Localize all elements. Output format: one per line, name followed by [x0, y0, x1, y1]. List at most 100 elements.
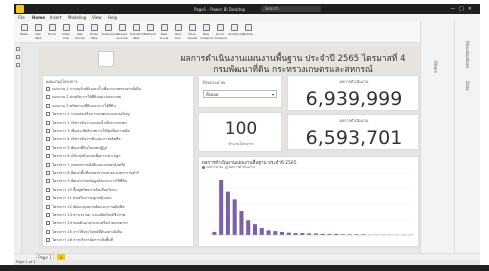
slicer-item[interactable]: แผนงาน 2 ส่งเสริมการใช้ที่ดินอย่างเหมาะส…: [46, 94, 194, 100]
slicer-item[interactable]: โครงการ 14 หมอดินอาสาและเครือข่ายเกษตรกร: [46, 220, 194, 226]
checkbox[interactable]: [46, 229, 50, 234]
bar[interactable]: [280, 231, 285, 235]
checkbox[interactable]: [46, 221, 50, 226]
slicer-item[interactable]: โครงการ 8 พัฒนาพื้นที่เกษตรกรรมตามแนวพระ…: [46, 170, 194, 176]
bar[interactable]: [219, 179, 224, 235]
checkbox[interactable]: [46, 238, 50, 243]
tab-file[interactable]: File: [18, 15, 25, 20]
checkbox[interactable]: [46, 120, 50, 125]
project-slicer[interactable]: แผนงาน/โครงการ แผนงาน 1 การอนุรักษ์ดินแล…: [42, 75, 194, 247]
ribbon-button-label: New measure: [200, 32, 214, 40]
bar[interactable]: [225, 191, 230, 235]
slicer-item-label: โครงการ 5 พัฒนาที่ดินในเขตปฏิรูป: [52, 145, 108, 150]
bar[interactable]: [300, 233, 305, 235]
bar[interactable]: [212, 231, 217, 235]
ribbon-button[interactable]: Excel: [46, 24, 58, 36]
checkbox[interactable]: [46, 137, 50, 142]
checkbox[interactable]: [46, 204, 50, 209]
slicer-item[interactable]: โครงการ 16 การบริหารจัดการเชิงพื้นที่: [46, 237, 194, 243]
bar[interactable]: [293, 233, 298, 235]
search-input[interactable]: Search: [261, 6, 321, 12]
checkbox[interactable]: [46, 213, 50, 217]
checkbox[interactable]: [46, 103, 50, 108]
slicer-item-label: โครงการ 3 เพิ่มประสิทธิภาพการใช้ปุ๋ยเพื่…: [52, 129, 130, 133]
ribbon-button[interactable]: Get data: [32, 24, 44, 40]
ribbon-button[interactable]: More visuals: [186, 24, 198, 40]
ribbon-button-icon: [48, 24, 56, 31]
checkbox[interactable]: [46, 112, 50, 117]
tab-insert[interactable]: Insert: [50, 15, 61, 20]
bar[interactable]: [273, 231, 278, 235]
ribbon-button[interactable]: Recent sources: [116, 24, 128, 40]
slicer-item[interactable]: โครงการ 10 ฟื้นฟูทรัพยากรดินเสื่อมโทรม: [46, 187, 194, 193]
ribbon-button[interactable]: Enter data: [88, 24, 100, 40]
ribbon-button[interactable]: Dataverse: [102, 24, 117, 36]
checkbox[interactable]: [46, 162, 50, 167]
bar[interactable]: [259, 228, 264, 235]
slicer-item-label: โครงการ 10 ฟื้นฟูทรัพยากรดินเสื่อมโทรม: [52, 187, 117, 192]
year-dropdown[interactable]: ทั้งหมด: [203, 90, 277, 98]
slicer-item[interactable]: โครงการ 11 ส่งเสริมการปลูกหญ้าแฝก: [46, 195, 194, 201]
ribbon-button-icon: [104, 24, 112, 31]
checkbox[interactable]: [46, 145, 50, 150]
checkbox[interactable]: [46, 196, 50, 201]
checkbox[interactable]: [46, 87, 50, 91]
model-view-icon[interactable]: [16, 63, 20, 67]
report-subtitle: กรมพัฒนาที่ดิน กระทรวงเกษตรและสหกรณ์: [213, 65, 373, 75]
checkbox[interactable]: [46, 95, 50, 100]
slicer-item[interactable]: โครงการ 3 เพิ่มประสิทธิภาพการใช้ปุ๋ยเพื่…: [46, 128, 194, 134]
bar[interactable]: [232, 199, 237, 235]
slicer-item[interactable]: โครงการ 2 บริหารจัดการแหล่งน้ำเพื่อการเก…: [46, 120, 194, 126]
tab-modeling[interactable]: Modeling: [68, 15, 86, 20]
ribbon-button[interactable]: Data hub: [60, 24, 72, 40]
checkbox[interactable]: [46, 129, 50, 133]
view-rail: [14, 43, 22, 253]
checkbox[interactable]: [46, 171, 50, 175]
table-view-icon[interactable]: [16, 55, 20, 59]
ribbon: Paste Get data Excel Data hub SQL Server Ente…: [14, 21, 480, 43]
slicer-item[interactable]: โครงการ 15 การใช้ประโยชน์ที่ดินอย่างยั่ง…: [46, 229, 194, 235]
tab-home[interactable]: Home: [32, 15, 45, 20]
slicer-item[interactable]: แผนงาน 1 การอนุรักษ์ดินและน้ำเพื่อการเกษ…: [46, 86, 194, 92]
bar[interactable]: [239, 210, 244, 235]
slicer-item[interactable]: โครงการ 9 พัฒนาระบบข้อมูลดินและการใช้ที่…: [46, 178, 194, 184]
slicer-item[interactable]: โครงการ 12 พัฒนาคุณภาพดินและการผลิตพืช: [46, 204, 194, 210]
report-view-icon[interactable]: [16, 47, 20, 51]
checkbox[interactable]: [46, 187, 50, 192]
slicer-item[interactable]: โครงการ 4 บริหารจัดการดินและการผลิตพืช: [46, 136, 194, 142]
ribbon-button[interactable]: Publish: [242, 24, 254, 36]
bar[interactable]: [286, 232, 291, 235]
slicer-item[interactable]: โครงการ 7 เกษตรกรรมยั่งยืนและเกษตรอินทรี…: [46, 162, 194, 168]
slicer-header: แผนงาน/โครงการ: [46, 79, 78, 84]
ribbon-button[interactable]: Text box: [172, 24, 184, 40]
tab-view[interactable]: View: [92, 15, 102, 20]
ribbon-tabs: File Home Insert Modeling View Help: [14, 14, 480, 21]
ribbon-button-label: Excel: [48, 32, 56, 36]
bar[interactable]: [246, 220, 251, 235]
bar[interactable]: [266, 230, 271, 235]
bar-chart[interactable]: ผลการดำเนินงานแผนงานพื้นฐาน ประจำปี 2565…: [198, 156, 419, 247]
checkbox[interactable]: [46, 154, 50, 159]
ribbon-button[interactable]: SQL Server: [74, 24, 86, 40]
year-slicer[interactable]: ปีงบประมาณ ทั้งหมด: [198, 75, 282, 108]
ribbon-button[interactable]: Paste: [18, 24, 30, 36]
visualizations-pane[interactable]: Visualizations Data: [454, 21, 480, 253]
slicer-item[interactable]: โครงการ 5 พัฒนาที่ดินในเขตปฏิรูป: [46, 145, 194, 151]
slicer-item[interactable]: โครงการ 6 ปรับปรุงดินกรดเพื่อการเพาะปลูก: [46, 153, 194, 159]
filters-pane[interactable]: Filters: [420, 21, 454, 253]
slicer-item[interactable]: โครงการ 1 ระบบส่งเสริมการเกษตรแบบแปลงใหญ…: [46, 111, 194, 117]
ribbon-button[interactable]: Refresh: [144, 24, 156, 36]
slicer-item[interactable]: โครงการ 13 สารเร่ง พด. และผลิตภัณฑ์ชีวภา…: [46, 212, 194, 218]
bar[interactable]: [252, 224, 258, 235]
slicer-item[interactable]: แผนงาน 3 ทรัพยากรที่ดินและการใช้ที่ดิน: [46, 103, 194, 109]
ribbon-button-label: Get data: [34, 32, 42, 40]
ribbon-button[interactable]: New visual: [158, 24, 170, 40]
tab-help[interactable]: Help: [108, 15, 117, 20]
ribbon-button[interactable]: Transform data: [130, 24, 145, 40]
ribbon-button[interactable]: Sensitivity: [228, 24, 244, 36]
checkbox[interactable]: [46, 179, 50, 184]
slicer-item-label: โครงการ 12 พัฒนาคุณภาพดินและการผลิตพืช: [52, 204, 125, 209]
window-controls[interactable]: —□✕: [450, 6, 476, 12]
ribbon-button[interactable]: New measure: [200, 24, 214, 40]
ribbon-button[interactable]: Quick measure: [214, 24, 227, 40]
